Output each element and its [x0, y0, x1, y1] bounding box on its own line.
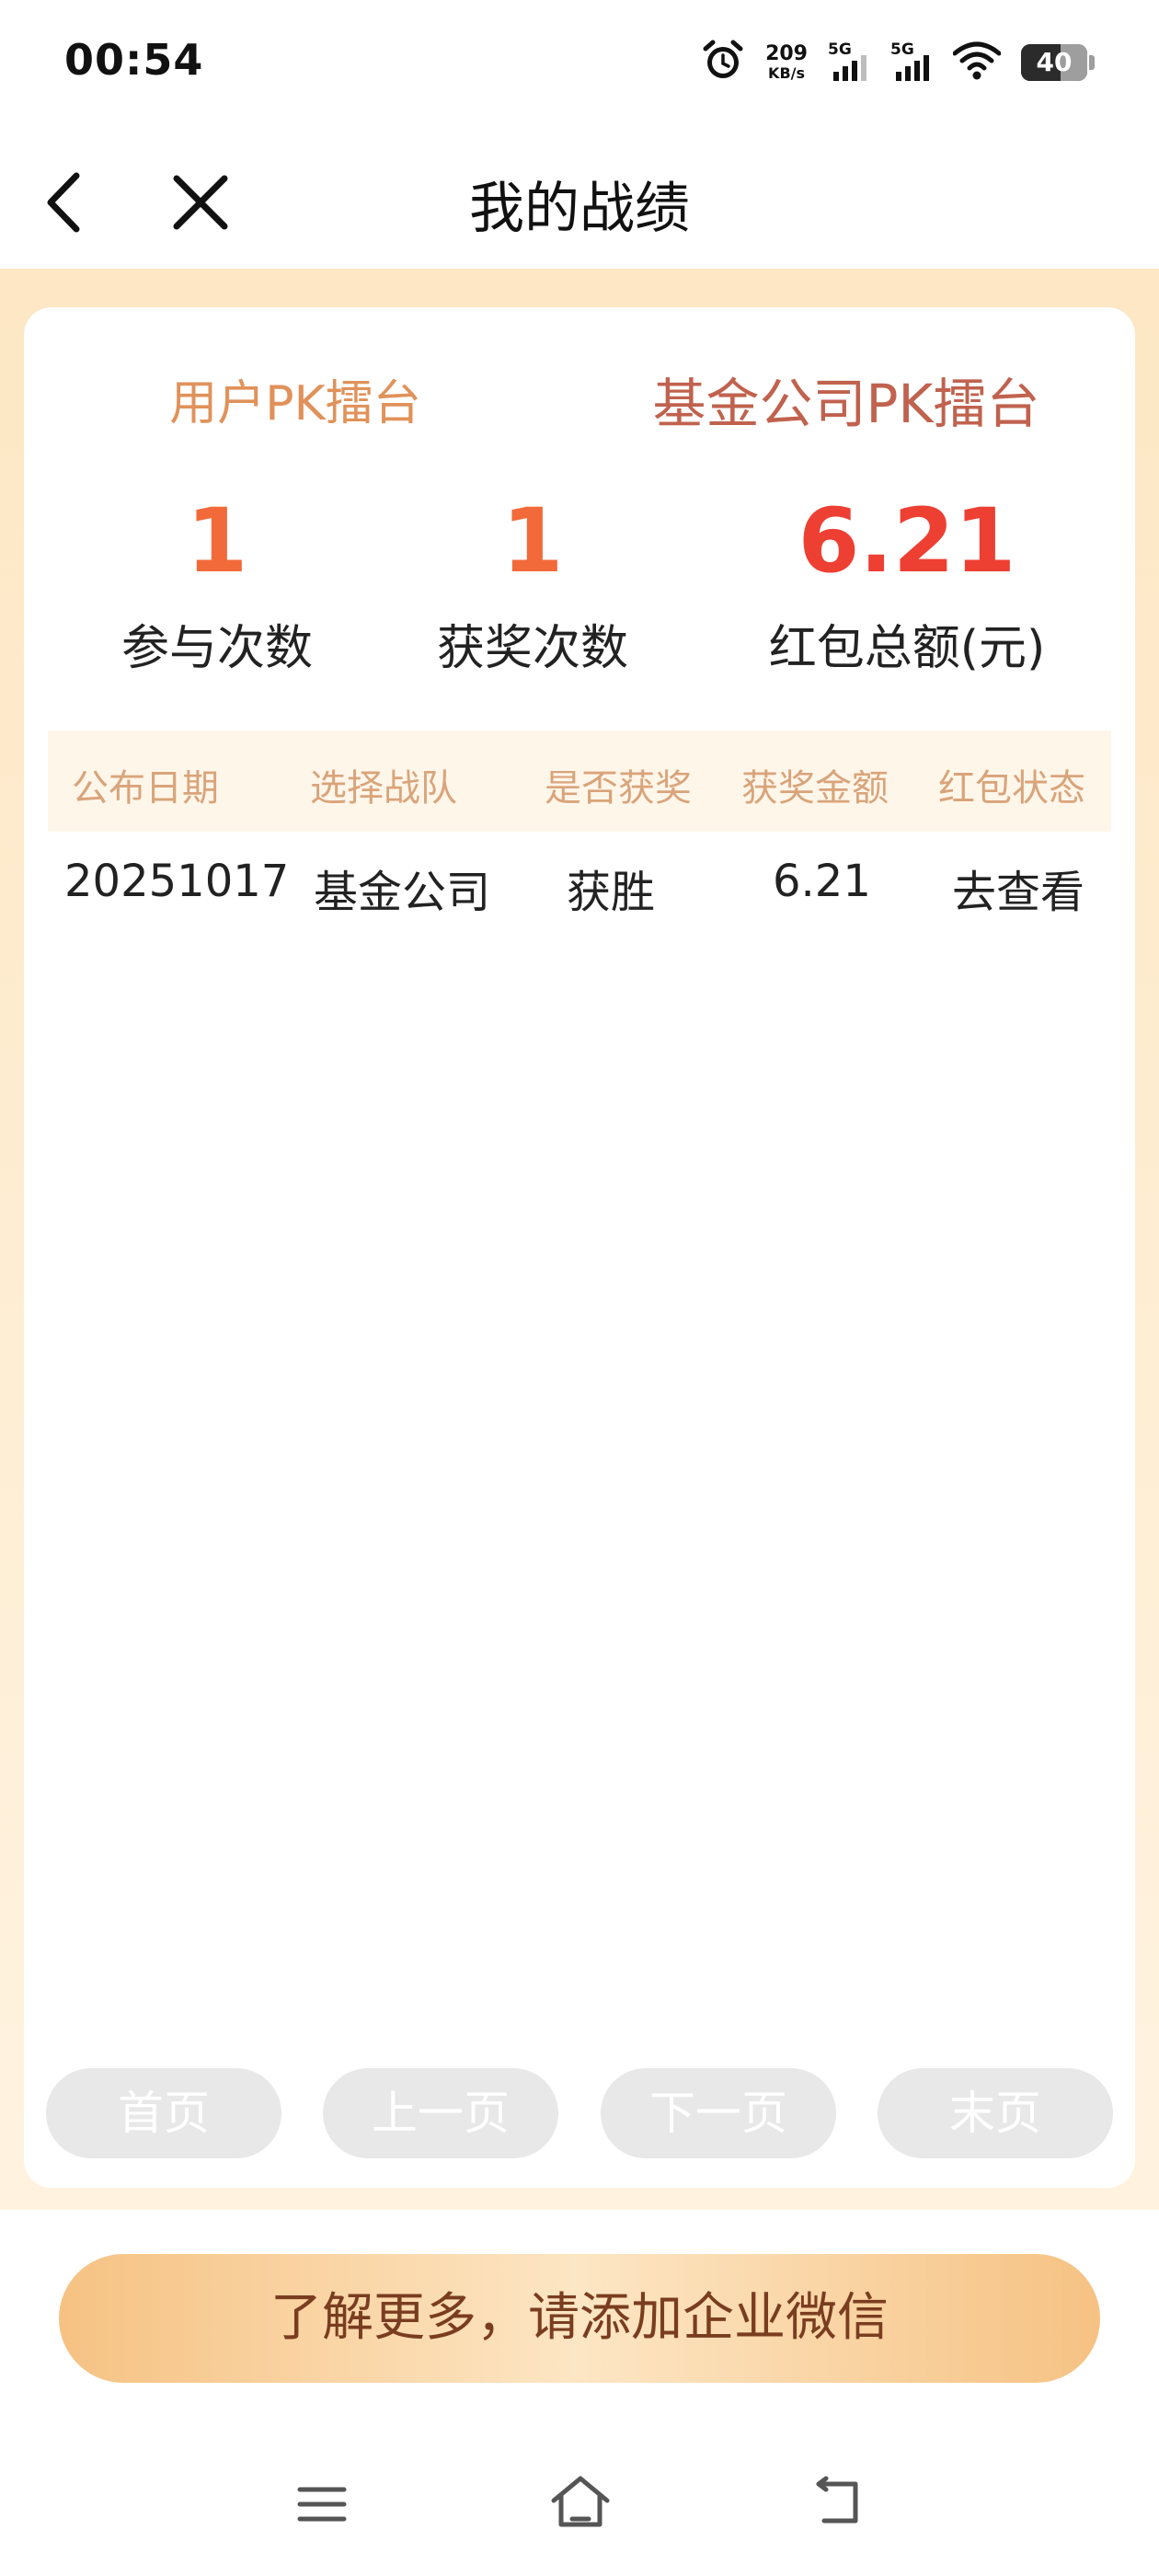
back-icon[interactable]: [809, 2475, 865, 2530]
stat-participation-label: 参与次数: [120, 621, 313, 676]
wifi-icon: [952, 40, 1002, 85]
col-publish-date: 公布日期: [72, 767, 219, 810]
first-page-button[interactable]: 首页: [46, 2068, 281, 2158]
stat-wins-label: 获奖次数: [436, 621, 628, 676]
col-redpacket-status: 红包状态: [938, 767, 1085, 810]
pagination: 首页 上一页 下一页 末页: [46, 2068, 1113, 2160]
battery-level: 40: [1036, 47, 1073, 77]
net-speed: 209 KB/s: [765, 44, 808, 81]
tab-user-pk-label[interactable]: 用户PK擂台: [24, 364, 567, 433]
last-page-button[interactable]: 末页: [878, 2068, 1113, 2158]
tab-fund-pk-label[interactable]: 基金公司PK擂台: [589, 361, 1104, 438]
col-team: 选择战队: [310, 767, 457, 810]
status-time: 00:54: [64, 35, 204, 85]
nav-bar: 我的战绩: [0, 138, 1159, 267]
status-icons: 209 KB/s 5G 5G 40: [701, 37, 1095, 88]
stat-wins-value: 1: [501, 489, 564, 592]
next-page-button[interactable]: 下一页: [601, 2068, 836, 2158]
stats-summary: 1 参与次数 1 获奖次数 6.21 红包总额(元): [24, 497, 1135, 699]
col-prize-amount: 获奖金额: [741, 767, 889, 810]
table-row: 20251017 基金公司 获胜 6.21 去查看: [48, 837, 1111, 938]
battery-icon: 40: [1021, 44, 1087, 81]
stat-total-amount: 6.21 红包总额(元): [732, 497, 1082, 678]
system-nav-bar: [0, 2466, 1159, 2548]
page-title: 我的战绩: [469, 177, 690, 241]
table-header: 公布日期 选择战队 是否获奖 获奖金额 红包状态: [48, 730, 1111, 832]
col-won: 是否获奖: [545, 767, 692, 810]
net-speed-unit: KB/s: [768, 64, 806, 82]
signal-sim1-icon: 5G: [828, 40, 870, 83]
battery-tip: [1089, 55, 1095, 70]
stat-wins: 1 获奖次数: [385, 497, 680, 678]
add-wechat-button[interactable]: 了解更多，请添加企业微信: [59, 2254, 1100, 2383]
stat-participation-value: 1: [186, 489, 248, 592]
status-bar: 00:54 209 KB/s 5G 5G 40: [0, 0, 1159, 129]
cell-prize-amount: 6.21: [773, 856, 871, 907]
stat-participation: 1 参与次数: [70, 497, 364, 678]
stat-total-amount-label: 红包总额(元): [768, 621, 1046, 676]
cell-won: 获胜: [567, 867, 656, 918]
prev-page-button[interactable]: 上一页: [323, 2068, 558, 2158]
view-redpacket-link[interactable]: 去查看: [952, 856, 1084, 920]
stat-total-amount-value: 6.21: [798, 489, 1016, 592]
page: 00:54 209 KB/s 5G 5G 40 我的战绩 用户PK擂台 基金公司…: [0, 0, 1159, 2576]
alarm-icon: [701, 39, 745, 86]
cell-publish-date: 20251017: [64, 856, 290, 907]
net-speed-value: 209: [765, 42, 808, 65]
cell-team: 基金公司: [314, 867, 491, 918]
menu-icon[interactable]: [294, 2477, 350, 2532]
home-icon[interactable]: [548, 2473, 613, 2532]
signal-sim2-icon: 5G: [890, 40, 933, 83]
